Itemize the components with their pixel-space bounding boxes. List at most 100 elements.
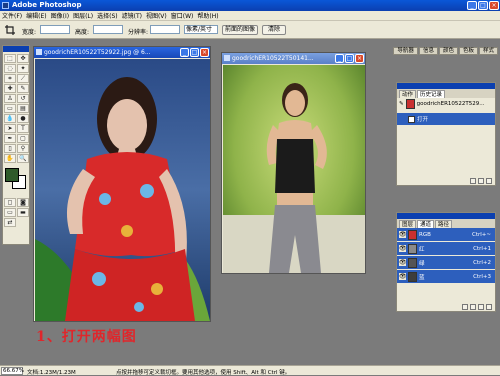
history-snapshot[interactable]: ✎ goodrichER10522T529... <box>397 98 495 110</box>
resolution-field[interactable] <box>150 25 180 34</box>
new-document-from-state-icon[interactable] <box>470 178 476 184</box>
channel-row-green[interactable]: 👁 绿 Ctrl+2 <box>397 256 495 270</box>
path-selection-tool-icon[interactable]: ➤ <box>4 124 16 133</box>
channel-thumbnail <box>408 271 417 282</box>
doc1-close-button[interactable]: × <box>200 48 209 57</box>
channel-row-red[interactable]: 👁 红 Ctrl+1 <box>397 242 495 256</box>
eye-icon[interactable]: 👁 <box>399 231 407 238</box>
menu-filter[interactable]: 滤镜(T) <box>122 11 142 20</box>
load-selection-icon[interactable] <box>462 304 468 310</box>
width-field[interactable] <box>40 25 70 34</box>
eyedropper-tool-icon[interactable]: ⚲ <box>17 144 29 153</box>
well-color[interactable]: 颜色 <box>438 47 458 55</box>
color-swatches <box>3 166 29 196</box>
tab-paths[interactable]: 路径 <box>435 220 453 228</box>
eraser-tool-icon[interactable]: ▭ <box>4 104 16 113</box>
toolbox-header[interactable] <box>3 46 29 52</box>
delete-channel-icon[interactable] <box>486 304 492 310</box>
hand-tool-icon[interactable]: ✋ <box>4 154 16 163</box>
magic-wand-tool-icon[interactable]: ✦ <box>17 64 29 73</box>
document-2-photo[interactable] <box>223 65 365 273</box>
document-1-titlebar[interactable]: goodrichER10522T52922.jpg @ 6... _ □ × <box>34 47 210 58</box>
tab-actions[interactable]: 动作 <box>399 90 417 98</box>
menu-view[interactable]: 视图(V) <box>146 11 167 20</box>
blur-tool-icon[interactable]: 💧 <box>4 114 16 123</box>
open-step-icon <box>408 115 415 123</box>
height-field[interactable] <box>93 25 123 34</box>
menu-layer[interactable]: 图层(L) <box>73 11 93 20</box>
doc1-minimize-button[interactable]: _ <box>180 48 189 57</box>
channel-row-blue[interactable]: 👁 蓝 Ctrl+3 <box>397 270 495 284</box>
menu-select[interactable]: 选择(S) <box>97 11 118 20</box>
channel-row-rgb[interactable]: 👁 RGB Ctrl+~ <box>397 228 495 242</box>
channel-shortcut: Ctrl+1 <box>473 245 491 252</box>
jump-to-imageready-icon[interactable]: ⇄ <box>4 218 16 227</box>
delete-state-icon[interactable] <box>486 178 492 184</box>
notes-tool-icon[interactable]: ▯ <box>4 144 16 153</box>
crop-tool-icon[interactable]: ⌗ <box>4 74 16 83</box>
tab-layers[interactable]: 图层 <box>399 220 417 228</box>
slice-tool-icon[interactable]: ⟋ <box>17 74 29 83</box>
quick-mask-mode-icon[interactable]: ◙ <box>17 198 29 207</box>
crop-tool-icon[interactable] <box>5 25 15 35</box>
brush-tool-icon[interactable]: ✎ <box>17 84 29 93</box>
screen-mode-full-icon[interactable]: ▬ <box>17 208 29 217</box>
menu-file[interactable]: 文件(F) <box>2 11 22 20</box>
move-tool-icon[interactable]: ✥ <box>17 54 29 63</box>
palette-well: 导航器 信息 颜色 色板 样式 <box>393 47 498 55</box>
pen-tool-icon[interactable]: ✒ <box>4 134 16 143</box>
app-title: Adobe Photoshop <box>12 1 82 9</box>
gradient-tool-icon[interactable]: ▤ <box>17 104 29 113</box>
close-button[interactable]: × <box>489 1 499 10</box>
channel-shortcut: Ctrl+~ <box>471 231 491 238</box>
tab-history[interactable]: 历史记录 <box>417 90 446 98</box>
shape-tool-icon[interactable]: ▢ <box>17 134 29 143</box>
history-step-open[interactable]: 打开 <box>397 113 495 125</box>
document-2-titlebar[interactable]: goodrichER10522T50141... _ □ × <box>222 53 365 64</box>
eye-icon[interactable]: 👁 <box>399 245 407 252</box>
doc2-maximize-button[interactable]: □ <box>345 54 354 63</box>
eye-icon[interactable]: 👁 <box>399 259 407 266</box>
new-snapshot-icon[interactable] <box>478 178 484 184</box>
status-bar: 66.67% 文档:1.23M/1.23M 点按并拖移可定义裁切框。要用其他选项… <box>0 365 500 376</box>
document-icon <box>224 55 230 61</box>
well-styles[interactable]: 样式 <box>478 47 498 55</box>
save-selection-icon[interactable] <box>470 304 476 310</box>
minimize-button[interactable]: _ <box>467 1 477 10</box>
zoom-tool-icon[interactable]: 🔍 <box>17 154 29 163</box>
doc1-maximize-button[interactable]: □ <box>190 48 199 57</box>
document-2-title: goodrichER10522T50141... <box>232 55 314 62</box>
lasso-tool-icon[interactable]: ◌ <box>4 64 16 73</box>
resolution-unit-select[interactable]: 像素/英寸 <box>184 25 218 34</box>
menu-image[interactable]: 图像(I) <box>51 11 69 20</box>
document-1-photo[interactable] <box>35 59 210 321</box>
tab-channels[interactable]: 通道 <box>417 220 435 228</box>
menu-window[interactable]: 窗口(W) <box>171 11 194 20</box>
doc2-minimize-button[interactable]: _ <box>335 54 344 63</box>
channel-shortcut: Ctrl+3 <box>473 273 491 280</box>
doc2-close-button[interactable]: × <box>355 54 364 63</box>
new-channel-icon[interactable] <box>478 304 484 310</box>
standard-mode-icon[interactable]: ◻ <box>4 198 16 207</box>
menu-edit[interactable]: 编辑(E) <box>26 11 46 20</box>
well-navigator[interactable]: 导航器 <box>393 47 418 55</box>
marquee-tool-icon[interactable]: ⬚ <box>4 54 16 63</box>
maximize-button[interactable]: □ <box>478 1 488 10</box>
screen-mode-standard-icon[interactable]: ▭ <box>4 208 16 217</box>
app-titlebar: Adobe Photoshop _ □ × <box>0 0 500 11</box>
well-info[interactable]: 信息 <box>418 47 438 55</box>
well-swatches[interactable]: 色板 <box>458 47 478 55</box>
front-image-button[interactable]: 前面的图像 <box>222 25 258 35</box>
clone-stamp-tool-icon[interactable]: ♙ <box>4 94 16 103</box>
history-brush-tool-icon[interactable]: ↺ <box>17 94 29 103</box>
dodge-tool-icon[interactable]: ● <box>17 114 29 123</box>
foreground-color-swatch[interactable] <box>5 168 19 182</box>
channel-name: RGB <box>419 231 431 238</box>
resolution-label: 分辨率: <box>128 29 149 36</box>
type-tool-icon[interactable]: T <box>17 124 29 133</box>
zoom-field[interactable]: 66.67% <box>1 367 24 375</box>
healing-brush-tool-icon[interactable]: ✚ <box>4 84 16 93</box>
eye-icon[interactable]: 👁 <box>399 273 407 280</box>
menu-help[interactable]: 帮助(H) <box>197 11 218 20</box>
clear-button[interactable]: 清除 <box>262 25 286 35</box>
